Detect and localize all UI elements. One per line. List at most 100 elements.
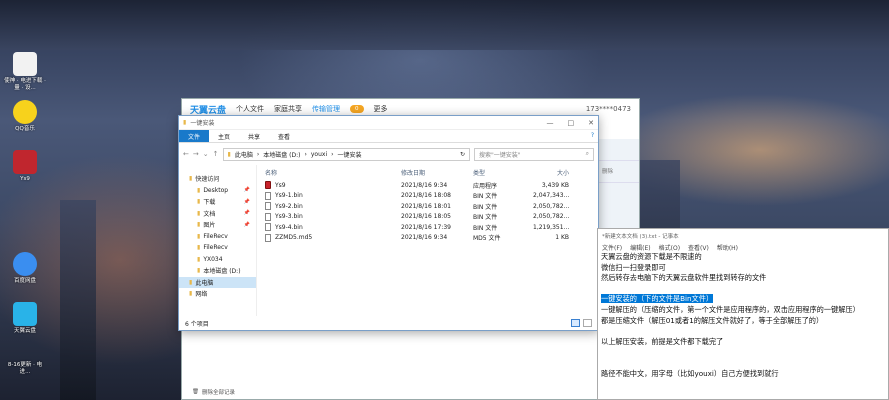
file-date: 2021/8/16 9:34: [401, 234, 448, 242]
tab-transfer[interactable]: 传输管理: [312, 104, 340, 114]
nav-item-label: 网络: [195, 291, 208, 299]
nav-item[interactable]: ▮ Desktop 📌: [179, 185, 256, 197]
file-row[interactable]: ZZMD5.md5 2021/8/16 9:34 MD5 文件 1 KB: [257, 233, 598, 244]
file-name-cell: Ys9: [265, 181, 401, 190]
notepad-line: 天翼云盘的资源下载是不限速的: [601, 252, 885, 263]
nav-item[interactable]: ▮ 文档 📌: [179, 208, 256, 220]
nav-item[interactable]: ▮ 此电脑: [179, 276, 256, 288]
user-account[interactable]: 173****0473: [586, 105, 631, 113]
qqmusic-icon: [13, 100, 37, 124]
column-date[interactable]: 修改日期: [401, 168, 473, 177]
item-count: 6 个项目: [185, 320, 209, 328]
notepad-text-area[interactable]: 天翼云盘的资源下载是不限速的 微信扫一扫登录即可 然后转存去电脑下的天翼云盘软件里找…: [598, 252, 888, 379]
wallpaper-sky: [0, 0, 889, 50]
cloud-side-panel: 删除: [598, 139, 639, 239]
notepad-line: 一键安装的（下的文件是Bin文件）: [601, 294, 885, 305]
search-input[interactable]: 搜索"一键安装" ⌕: [474, 147, 594, 161]
file-name-cell: Ys9-3.bin: [265, 212, 401, 221]
address-bar[interactable]: ▮ 此电脑 › 本地磁盘 (D:) › youxi › 一键安装 ↻: [222, 147, 470, 161]
folder-icon: ▮: [197, 255, 201, 263]
delete-link[interactable]: 删除: [598, 161, 639, 183]
notepad-menu-item[interactable]: 查看(V): [688, 243, 709, 252]
nav-item[interactable]: ▮ FileRecv: [179, 242, 256, 254]
file-row[interactable]: Ys9-4.bin 2021/8/16 17:39 BIN 文件 1,219,351.…: [257, 222, 598, 233]
desktop-icon-ys9[interactable]: Ys9: [4, 150, 46, 183]
notepad-line: [601, 326, 885, 337]
line-text: 微信扫一扫登录即可: [601, 262, 666, 272]
nav-item-label: 文档: [203, 210, 216, 218]
column-name[interactable]: 名称: [265, 168, 401, 177]
tab-family-share[interactable]: 家庭共享: [274, 104, 302, 114]
tab-home[interactable]: 主页: [209, 130, 239, 142]
file-row[interactable]: Ys9-3.bin 2021/8/16 18:05 BIN 文件 2,050,782.…: [257, 212, 598, 223]
help-icon[interactable]: ?: [587, 130, 598, 142]
line-text: 路径不能中文，用字母（比如youxi）自己方便找到就行: [601, 368, 779, 378]
details-view-button[interactable]: [571, 319, 580, 327]
file-list: 名称 修改日期 类型 大小 Ys9 2021/8/16 9:34 应用程序 3,439…: [257, 165, 598, 316]
file-name-cell: Ys9-4.bin: [265, 223, 401, 232]
tab-file[interactable]: 文件: [179, 130, 210, 142]
tab-more[interactable]: 更多: [374, 104, 388, 114]
maximize-button[interactable]: □: [568, 119, 575, 127]
nav-item[interactable]: ▮ 图片 📌: [179, 219, 256, 231]
notepad-title: *新建文本文档 (3).txt - 记事本: [602, 234, 679, 240]
icons-view-button[interactable]: [583, 319, 592, 327]
desktop-icon-downloader[interactable]: 使神 · 电进下载 · 量 · 设...: [4, 52, 46, 91]
window-title: 一键安装: [190, 120, 215, 127]
nav-item[interactable]: ▮ FileRecv: [179, 231, 256, 243]
nav-item[interactable]: ▮ 网络: [179, 288, 256, 300]
cloud-icon: [13, 302, 37, 326]
clear-records-button[interactable]: 🗑 删除全部记录: [192, 388, 235, 396]
up-arrow-icon[interactable]: ↑: [213, 150, 219, 158]
tab-view[interactable]: 查看: [269, 130, 299, 142]
close-button[interactable]: ✕: [588, 119, 594, 127]
file-row[interactable]: Ys9-2.bin 2021/8/16 18:01 BIN 文件 2,050,782.…: [257, 201, 598, 212]
notepad-menu-item[interactable]: 编辑(E): [630, 243, 650, 252]
baidu-netdisk-icon: [13, 252, 37, 276]
notepad-line: [601, 347, 885, 358]
desktop-icon-baidu-netdisk[interactable]: 百度网盘: [4, 252, 46, 285]
column-type[interactable]: 类型: [473, 168, 533, 177]
transfer-count-badge: 0: [350, 105, 364, 113]
pin-icon: 📌: [243, 221, 250, 228]
search-icon: ⌕: [585, 150, 589, 157]
notepad-menu-item[interactable]: 格式(O): [659, 243, 680, 252]
back-arrow-icon[interactable]: ←: [183, 150, 189, 158]
minimize-button[interactable]: —: [547, 119, 554, 127]
refresh-icon[interactable]: ↻: [460, 151, 465, 158]
file-icon: [265, 233, 271, 242]
file-size: 2,050,782...: [533, 213, 570, 221]
breadcrumb-item[interactable]: youxi: [311, 151, 327, 158]
tab-share[interactable]: 共享: [239, 130, 269, 142]
file-name: Ys9-4.bin: [275, 223, 303, 231]
nav-item[interactable]: ▮ 下载 📌: [179, 196, 256, 208]
file-date: 2021/8/16 18:05: [401, 213, 451, 221]
breadcrumb-item[interactable]: 本地磁盘 (D:): [263, 150, 300, 159]
column-size[interactable]: 大小: [533, 168, 569, 177]
chevron-down-icon[interactable]: ⌄: [203, 150, 209, 158]
file-row[interactable]: Ys9 2021/8/16 9:34 应用程序 3,439 KB: [257, 180, 598, 191]
game-icon: [13, 150, 37, 174]
line-text: 以上解压安装，前提是文件都下载完了: [601, 336, 724, 346]
nav-item-label: 快速访问: [195, 176, 220, 184]
desktop-icon-tianyi-cloud[interactable]: 天翼云盘: [4, 302, 46, 335]
nav-item[interactable]: ▮ 快速访问: [179, 173, 256, 185]
file-size: 1 KB: [555, 234, 569, 242]
tab-personal-files[interactable]: 个人文件: [236, 104, 264, 114]
nav-item[interactable]: ▮ 本地磁盘 (D:): [179, 265, 256, 277]
breadcrumb-item[interactable]: 此电脑: [235, 150, 253, 159]
file-date: 2021/8/16 17:39: [401, 223, 451, 231]
breadcrumb-item[interactable]: 一键安装: [338, 150, 362, 159]
desktop-icon-qqmusic[interactable]: QQ音乐: [4, 100, 46, 133]
notepad-menu-item[interactable]: 文件(F): [602, 243, 622, 252]
file-row[interactable]: Ys9-1.bin 2021/8/16 18:08 BIN 文件 2,047,343.…: [257, 191, 598, 202]
forward-arrow-icon[interactable]: →: [193, 150, 199, 158]
line-text: 一键解压的（压缩的文件，第一个文件是应用程序的，双击应用程序的一键解压）: [601, 304, 860, 314]
desktop-icon-update[interactable]: 8-16更新 · 电进...: [4, 362, 46, 375]
side-cell: [598, 139, 639, 161]
file-icon: [265, 191, 271, 200]
nav-item-label: Desktop: [203, 186, 229, 194]
nav-item[interactable]: ▮ YX034: [179, 254, 256, 266]
file-name: Ys9-1.bin: [275, 192, 303, 200]
notepad-menu-item[interactable]: 帮助(H): [717, 243, 738, 252]
